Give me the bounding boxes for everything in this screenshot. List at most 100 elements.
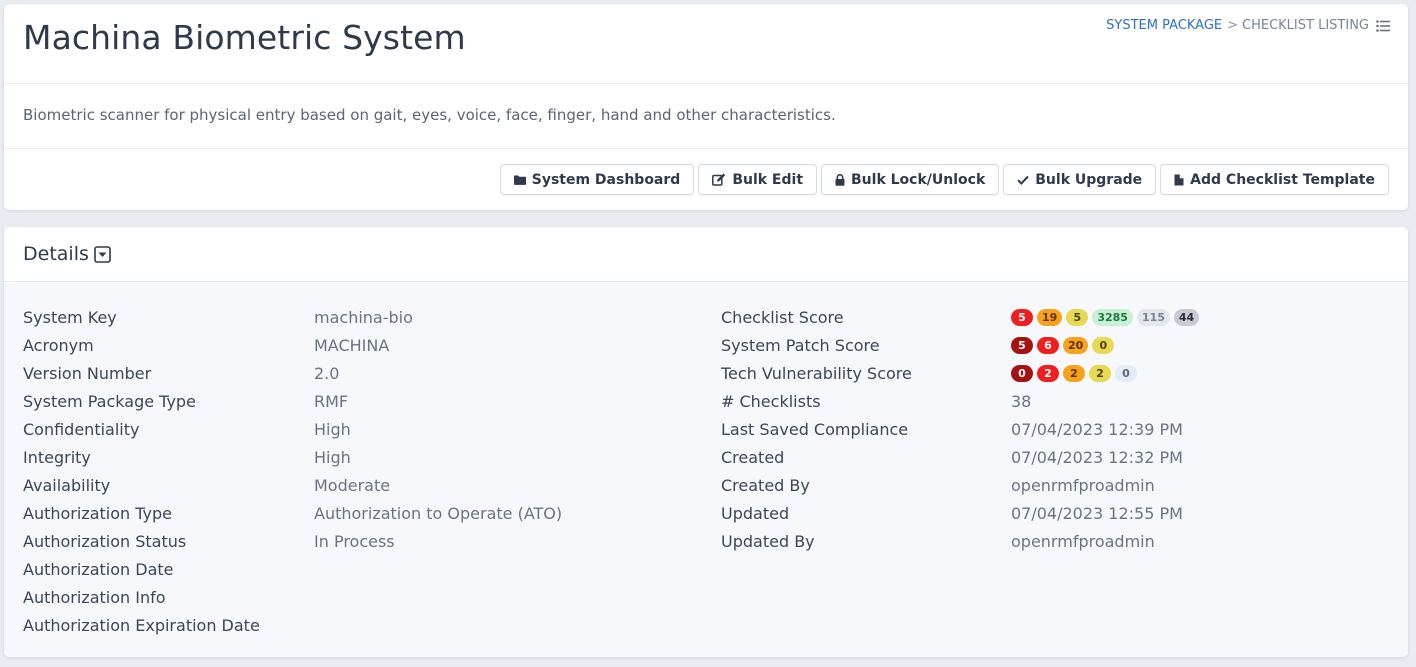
- edit-icon: [712, 173, 726, 186]
- authorization-status-value-row: In Process: [314, 527, 562, 555]
- system-patch-score-label: System Patch Score: [721, 335, 880, 355]
- last-saved-compliance-value-row: 07/04/2023 12:39 PM: [1011, 415, 1199, 443]
- breadcrumb: SYSTEM PACKAGE > CHECKLIST LISTING: [1106, 18, 1390, 33]
- last-saved-compliance-label: Last Saved Compliance: [721, 419, 909, 439]
- system-dashboard-button[interactable]: System Dashboard: [499, 164, 695, 195]
- authorization-expiration-date-label-row: Authorization Expiration Date: [23, 611, 260, 639]
- score-badge: 0: [1115, 364, 1137, 382]
- updated-value: 07/04/2023 12:55 PM: [1011, 503, 1183, 523]
- authorization-status-label: Authorization Status: [23, 531, 187, 551]
- authorization-type-value-row: Authorization to Operate (ATO): [314, 499, 562, 527]
- integrity-label: Integrity: [23, 447, 91, 467]
- availability-value: Moderate: [314, 475, 391, 495]
- acronym-label-row: Acronym: [23, 331, 260, 359]
- authorization-expiration-date-value-row: [314, 611, 562, 639]
- score-badge: 5: [1066, 308, 1089, 326]
- checklists-label: # Checklists: [721, 391, 821, 411]
- score-badge: 20: [1063, 336, 1089, 354]
- availability-label: Availability: [23, 475, 111, 495]
- right-labels-column: Checklist Score System Patch Score Tech Vu…: [721, 303, 912, 555]
- authorization-info-value-row: [314, 583, 562, 611]
- score-badge: 0: [1011, 364, 1033, 382]
- description-divider: [4, 148, 1408, 149]
- updated-value-row: 07/04/2023 12:55 PM: [1011, 499, 1199, 527]
- details-header: Details: [4, 227, 1408, 282]
- updated-by-label-row: Updated By: [721, 527, 912, 555]
- acronym-value: MACHINA: [314, 335, 390, 355]
- score-badge: 5: [1011, 336, 1033, 354]
- created-by-value: openrmfproadmin: [1011, 475, 1155, 495]
- acronym-label: Acronym: [23, 335, 94, 355]
- page-title: Machina Biometric System: [23, 18, 466, 57]
- system-key-label-row: System Key: [23, 303, 260, 331]
- score-badge: 0: [1092, 336, 1115, 354]
- bulk-upgrade-label: Bulk Upgrade: [1035, 171, 1143, 188]
- details-card: Details System Key Acronym Version Number S…: [4, 227, 1408, 657]
- details-title: Details: [23, 243, 89, 265]
- system-key-label: System Key: [23, 307, 117, 327]
- last-saved-compliance-value: 07/04/2023 12:39 PM: [1011, 419, 1183, 439]
- system-patch-score-badges: 5 6 20 0: [1011, 336, 1115, 354]
- header-divider: [4, 83, 1408, 84]
- score-badge: 5: [1011, 308, 1033, 326]
- system-description: Biometric scanner for physical entry bas…: [23, 106, 836, 124]
- created-value: 07/04/2023 12:32 PM: [1011, 447, 1183, 467]
- score-badge: 115: [1136, 308, 1170, 326]
- integrity-label-row: Integrity: [23, 443, 260, 471]
- authorization-status-label-row: Authorization Status: [23, 527, 260, 555]
- left-values-column: machina-bio MACHINA 2.0 RMF High High Moderate…: [314, 303, 562, 639]
- score-badge: 19: [1037, 308, 1063, 326]
- bulk-lock-unlock-button[interactable]: Bulk Lock/Unlock: [821, 164, 1000, 195]
- availability-value-row: Moderate: [314, 471, 562, 499]
- tech-vulnerability-score-badges-row: 02220: [1011, 359, 1199, 387]
- confidentiality-label: Confidentiality: [23, 419, 140, 439]
- created-label: Created: [721, 447, 785, 467]
- acronym-value-row: MACHINA: [314, 331, 562, 359]
- bulk-edit-button[interactable]: Bulk Edit: [698, 164, 818, 195]
- confidentiality-label-row: Confidentiality: [23, 415, 260, 443]
- collapse-toggle-icon[interactable]: [94, 245, 111, 263]
- authorization-type-value: Authorization to Operate (ATO): [314, 503, 563, 523]
- score-badge: 2: [1063, 364, 1085, 382]
- breadcrumb-separator: >: [1227, 18, 1239, 33]
- checklist-score-label-row: Checklist Score: [721, 303, 912, 331]
- authorization-date-value-row: [314, 555, 562, 583]
- version-number-value: 2.0: [314, 363, 340, 383]
- checkmark-icon: [1017, 175, 1029, 185]
- breadcrumb-system-package-link[interactable]: SYSTEM PACKAGE: [1106, 18, 1222, 33]
- integrity-value-row: High: [314, 443, 562, 471]
- confidentiality-value: High: [314, 419, 351, 439]
- folder-icon: [513, 175, 526, 185]
- list-icon: [1376, 19, 1390, 32]
- score-badge: 2: [1089, 364, 1111, 382]
- system-patch-score-badges-row: 5 6 20 0: [1011, 331, 1199, 359]
- action-toolbar: System Dashboard Bulk Edit Bulk Lock/Unl…: [499, 164, 1389, 195]
- updated-by-label: Updated By: [721, 531, 815, 551]
- availability-label-row: Availability: [23, 471, 260, 499]
- bulk-lock-unlock-label: Bulk Lock/Unlock: [851, 171, 986, 188]
- system-package-type-label-row: System Package Type: [23, 387, 260, 415]
- updated-label: Updated: [721, 503, 790, 523]
- authorization-type-label: Authorization Type: [23, 503, 172, 523]
- system-key-value-row: machina-bio: [314, 303, 562, 331]
- tech-vulnerability-score-badges: 02220: [1011, 364, 1137, 382]
- add-checklist-template-label: Add Checklist Template: [1190, 171, 1375, 188]
- checklist-score-badges-row: 5 19 5 3285 115 44: [1011, 303, 1200, 331]
- updated-label-row: Updated: [721, 499, 912, 527]
- tech-vulnerability-score-label: Tech Vulnerability Score: [721, 363, 912, 383]
- bulk-upgrade-button[interactable]: Bulk Upgrade: [1003, 164, 1157, 195]
- last-saved-compliance-label-row: Last Saved Compliance: [721, 415, 912, 443]
- created-by-label: Created By: [721, 475, 810, 495]
- add-checklist-template-button[interactable]: Add Checklist Template: [1160, 164, 1389, 195]
- authorization-type-label-row: Authorization Type: [23, 499, 260, 527]
- score-badge: 6: [1037, 336, 1059, 354]
- score-badge: 2: [1037, 364, 1059, 382]
- authorization-status-value: In Process: [314, 531, 395, 551]
- authorization-info-label: Authorization Info: [23, 587, 166, 607]
- authorization-expiration-date-label: Authorization Expiration Date: [23, 615, 260, 635]
- checklists-label-row: # Checklists: [721, 387, 912, 415]
- system-patch-score-label-row: System Patch Score: [721, 331, 912, 359]
- updated-by-value: openrmfproadmin: [1011, 531, 1155, 551]
- checklist-score-label: Checklist Score: [721, 307, 844, 327]
- details-body: System Key Acronym Version Number System Pa…: [4, 283, 1408, 657]
